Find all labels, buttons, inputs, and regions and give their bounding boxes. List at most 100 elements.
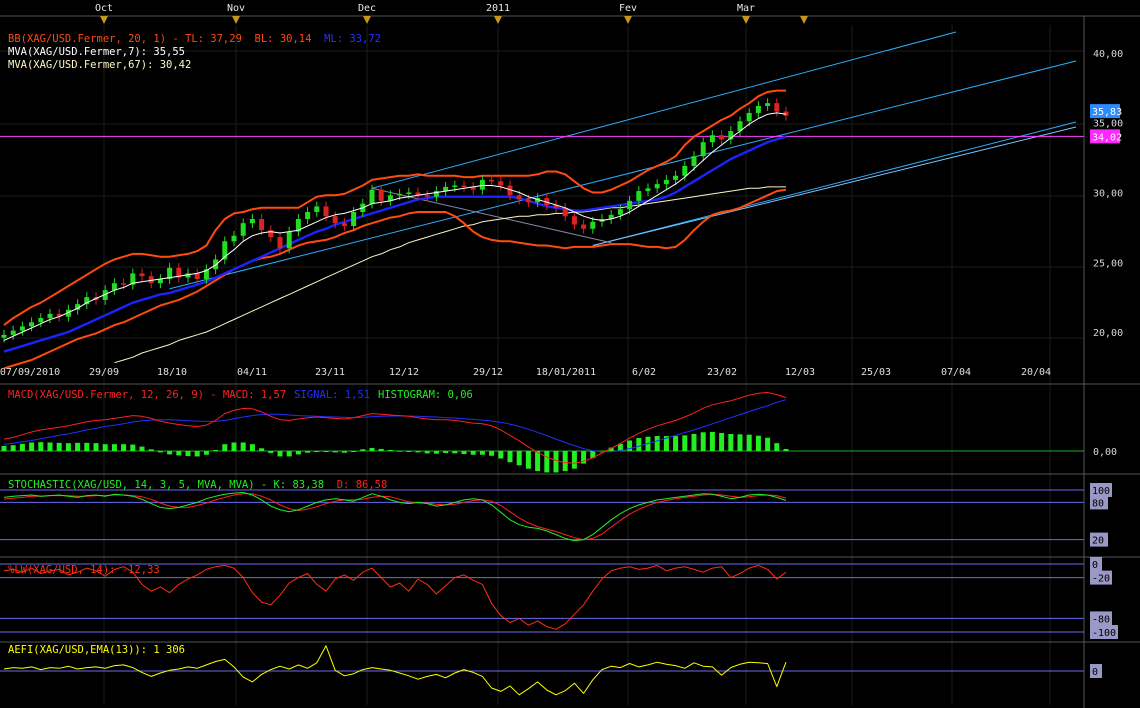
mva7-legend: MVA(XAG/USD.Fermer,7): 35,55: [8, 46, 185, 58]
month-label: Mar: [737, 3, 755, 14]
date-label: 25/03: [861, 367, 891, 378]
candle-body: [249, 218, 255, 224]
macd-histogram-bar: [351, 451, 357, 452]
price-tick-label: 20,00: [1093, 328, 1123, 339]
macd-histogram-bar: [765, 437, 771, 451]
stoch-80-label: 80: [1090, 495, 1108, 510]
stoch-20-label: 20: [1090, 532, 1108, 547]
price-tick-label: 40,00: [1093, 49, 1123, 60]
candle-body: [369, 189, 375, 204]
stoch-legend-d: D: 86,58: [337, 479, 388, 491]
macd-zero-label: 0,00: [1093, 447, 1117, 458]
candle-body: [424, 195, 430, 197]
macd-histogram-bar: [194, 451, 200, 457]
macd-histogram-bar: [139, 446, 145, 451]
candle-body: [682, 165, 688, 176]
macd-histogram-bar: [443, 451, 449, 454]
macd-histogram-bar: [102, 444, 108, 451]
wpr-20-label: -20: [1090, 570, 1112, 585]
macd-histogram-bar: [691, 434, 697, 451]
candle-body: [479, 179, 485, 190]
date-label: 23/11: [315, 367, 345, 378]
date-label: 07/04: [941, 367, 971, 378]
macd-histogram-bar: [433, 451, 439, 454]
macd-histogram-bar: [470, 451, 476, 455]
macd-histogram-bar: [535, 451, 541, 472]
aefi-legend: AEFI(XAG/USD,EMA(13)): 1 306: [8, 644, 185, 656]
date-label: 12/12: [389, 367, 419, 378]
candle-body: [121, 283, 127, 285]
wpr-0-label-text: 0: [1092, 560, 1098, 571]
macd-histogram-bar: [682, 435, 688, 451]
aefi-zero-label-text: 0: [1092, 667, 1098, 678]
last-price-label: 35,83: [1090, 104, 1122, 119]
macd-histogram-bar: [75, 442, 81, 451]
candle-body: [645, 188, 651, 192]
wpr-100-label-text: -100: [1092, 628, 1116, 639]
candle-body: [452, 185, 458, 187]
macd-histogram-bar: [240, 442, 246, 451]
stoch-legend-main: STOCHASTIC(XAG/USD, 14, 3, 5, MVA, MVA) …: [8, 479, 337, 491]
candle-body: [47, 313, 53, 319]
macd-histogram-bar: [755, 435, 761, 451]
candle-body: [213, 259, 219, 270]
candle-body: [654, 184, 660, 189]
macd-histogram-bar: [305, 451, 311, 453]
macd-histogram-bar: [1, 445, 7, 451]
macd-histogram-bar: [424, 451, 430, 454]
candle-body: [461, 185, 467, 187]
macd-histogram-bar: [571, 451, 577, 469]
candle-body: [746, 112, 752, 122]
candle-body: [590, 221, 596, 229]
macd-histogram-bar: [507, 451, 513, 463]
candle-body: [194, 273, 200, 280]
macd-histogram-bar: [516, 451, 522, 466]
support-price-label: 34,02: [1090, 129, 1122, 144]
candle-body: [19, 326, 25, 331]
macd-histogram-bar: [157, 451, 163, 453]
candle-body: [240, 223, 246, 236]
candle-body: [755, 105, 761, 113]
candle-body: [351, 212, 357, 226]
chart-background: [0, 0, 1140, 708]
stoch-100-label-text: 100: [1092, 486, 1110, 497]
candle-body: [627, 200, 633, 210]
macd-histogram-bar: [323, 451, 329, 453]
macd-histogram-bar: [38, 442, 44, 451]
macd-histogram-bar: [130, 444, 136, 451]
macd-histogram-bar: [222, 444, 228, 451]
candle-body: [581, 224, 587, 229]
macd-histogram-bar: [10, 445, 16, 451]
date-label: 6/02: [632, 367, 656, 378]
wpr-100-label: -100: [1090, 625, 1118, 639]
candle-body: [341, 223, 347, 226]
candle-body: [691, 156, 697, 166]
macd-histogram-bar: [452, 451, 458, 454]
macd-histogram-bar: [636, 438, 642, 451]
candle-body: [314, 206, 320, 213]
price-tick-label: 35,00: [1093, 119, 1123, 130]
month-label: Fev: [619, 3, 637, 14]
candle-body: [323, 206, 329, 217]
macd-histogram-bar: [286, 451, 292, 457]
macd-histogram-bar: [673, 436, 679, 451]
chart-svg: Oct Nov Dec 2011 Fev Mar 07/09/2010 29/09 18/10…: [0, 0, 1140, 708]
macd-histogram-bar: [314, 451, 320, 452]
candle-body: [663, 179, 669, 185]
date-label: 29/12: [473, 367, 503, 378]
date-label: 07/09/2010: [0, 367, 60, 378]
macd-histogram-bar: [719, 432, 725, 451]
candle-body: [139, 273, 145, 277]
macd-histogram-bar: [47, 442, 53, 451]
macd-histogram-bar: [553, 451, 559, 473]
macd-histogram-bar: [148, 449, 154, 451]
stoch-legend: STOCHASTIC(XAG/USD, 14, 3, 5, MVA, MVA) …: [8, 479, 387, 491]
macd-histogram-bar: [406, 451, 412, 452]
candle-body: [406, 192, 412, 194]
macd-histogram-bar: [479, 451, 485, 455]
candle-body: [516, 195, 522, 200]
date-label: 04/11: [237, 367, 267, 378]
candle-body: [231, 235, 237, 242]
candle-body: [29, 322, 35, 327]
macd-histogram-bar: [783, 448, 789, 451]
